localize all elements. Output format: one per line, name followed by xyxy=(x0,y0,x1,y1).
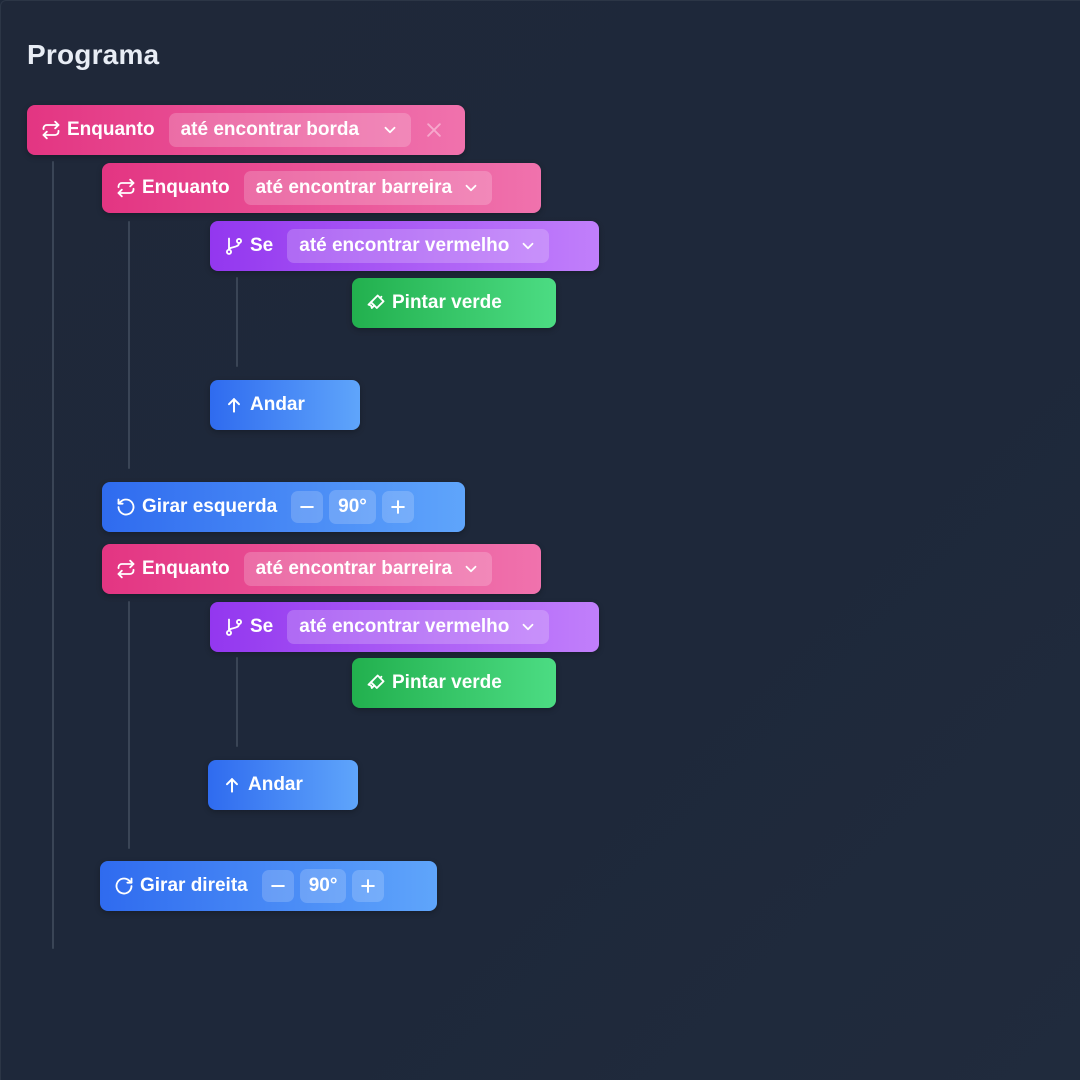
condition-select[interactable]: até encontrar barreira xyxy=(243,171,493,205)
repeat-icon xyxy=(116,559,136,579)
condition-value: até encontrar barreira xyxy=(255,558,453,579)
chevron-down-icon xyxy=(462,560,480,578)
while-block[interactable]: Enquanto até encontrar borda xyxy=(27,105,465,155)
arrow-up-icon xyxy=(222,775,242,795)
chevron-down-icon xyxy=(519,618,537,636)
nesting-guide-line xyxy=(128,221,130,469)
increment-button[interactable] xyxy=(352,870,385,902)
block-label: Girar esquerda xyxy=(142,496,278,517)
angle-value[interactable]: 90° xyxy=(299,869,347,903)
paint-green-block[interactable]: Pintar verde xyxy=(352,658,556,708)
angle-stepper: 90° xyxy=(261,869,385,903)
move-forward-block[interactable]: Andar xyxy=(208,760,358,810)
block-label: Enquanto xyxy=(142,558,230,579)
nesting-guide-line xyxy=(236,277,238,367)
block-label: Pintar verde xyxy=(392,672,502,693)
angle-value[interactable]: 90° xyxy=(329,490,376,524)
block-label: Se xyxy=(250,616,274,637)
program-panel: Programa Enquanto até encontrar borda En… xyxy=(0,0,1080,1080)
chevron-down-icon xyxy=(381,121,399,139)
nesting-guide-line xyxy=(128,601,130,849)
nesting-guide-line xyxy=(52,161,54,949)
condition-select[interactable]: até encontrar borda xyxy=(168,113,411,147)
if-block[interactable]: Se até encontrar vermelho xyxy=(210,602,599,652)
condition-select[interactable]: até encontrar vermelho xyxy=(287,610,550,644)
minus-icon xyxy=(270,885,285,887)
git-branch-icon xyxy=(224,617,244,637)
block-label: Andar xyxy=(250,394,305,415)
angle-stepper: 90° xyxy=(291,490,414,524)
condition-value: até encontrar vermelho xyxy=(299,616,510,637)
turn-left-block[interactable]: Girar esquerda 90° xyxy=(102,482,465,532)
paintbrush-icon xyxy=(366,673,386,693)
condition-select[interactable]: até encontrar barreira xyxy=(243,552,493,586)
repeat-icon xyxy=(116,178,136,198)
arrow-up-icon xyxy=(224,395,244,415)
rotate-ccw-icon xyxy=(116,497,136,517)
while-block[interactable]: Enquanto até encontrar barreira xyxy=(102,163,541,213)
chevron-down-icon xyxy=(462,179,480,197)
repeat-icon xyxy=(41,120,61,140)
minus-icon xyxy=(300,506,315,508)
decrement-button[interactable] xyxy=(261,870,294,902)
block-label: Pintar verde xyxy=(392,292,502,313)
condition-value: até encontrar vermelho xyxy=(299,235,510,256)
git-branch-icon xyxy=(224,236,244,256)
block-label: Girar direita xyxy=(140,875,248,896)
plus-icon xyxy=(391,500,405,514)
move-forward-block[interactable]: Andar xyxy=(210,380,360,430)
panel-title: Programa xyxy=(27,39,160,70)
condition-value: até encontrar borda xyxy=(180,119,360,140)
block-label: Enquanto xyxy=(142,177,230,198)
block-label: Enquanto xyxy=(67,119,155,140)
turn-right-block[interactable]: Girar direita 90° xyxy=(100,861,437,911)
remove-block-button[interactable] xyxy=(423,119,445,141)
if-block[interactable]: Se até encontrar vermelho xyxy=(210,221,599,271)
chevron-down-icon xyxy=(519,237,537,255)
block-label: Se xyxy=(250,235,274,256)
increment-button[interactable] xyxy=(381,491,414,523)
plus-icon xyxy=(361,879,376,893)
block-label: Andar xyxy=(248,774,303,795)
paintbrush-icon xyxy=(366,293,386,313)
condition-value: até encontrar barreira xyxy=(255,177,453,198)
paint-green-block[interactable]: Pintar verde xyxy=(352,278,556,328)
condition-select[interactable]: até encontrar vermelho xyxy=(287,229,550,263)
while-block[interactable]: Enquanto até encontrar barreira xyxy=(102,544,541,594)
decrement-button[interactable] xyxy=(291,491,324,523)
rotate-cw-icon xyxy=(114,876,134,896)
nesting-guide-line xyxy=(236,657,238,747)
